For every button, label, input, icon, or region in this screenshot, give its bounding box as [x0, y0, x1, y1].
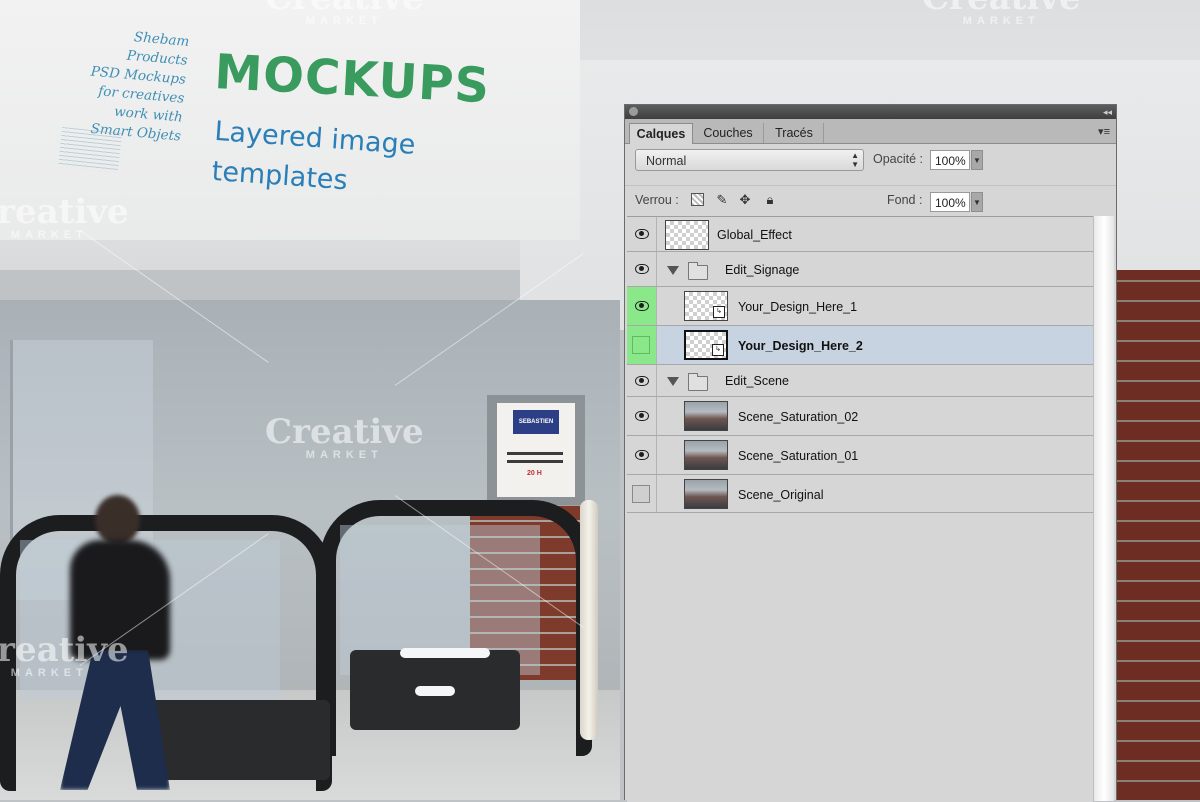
layer-thumbnail	[684, 401, 728, 431]
visibility-toggle[interactable]	[627, 365, 657, 396]
lock-all-icon[interactable]: 🔒︎	[763, 193, 777, 207]
opacity-label: Opacité :	[873, 152, 924, 166]
visibility-toggle[interactable]	[627, 326, 657, 364]
visibility-toggle[interactable]	[627, 252, 657, 286]
bollard-post	[580, 500, 598, 740]
sign-subtitle: Layered image templates	[210, 112, 417, 206]
visibility-toggle[interactable]	[627, 436, 657, 474]
tab-couches[interactable]: Couches	[693, 123, 764, 143]
fill-input[interactable]: 100%	[930, 192, 970, 212]
blend-mode-value: Normal	[646, 154, 687, 168]
layers-list: Global_Effect Edit_Signage ↳ Your_Design…	[627, 216, 1093, 802]
watermark: CreativeMARKET	[265, 0, 424, 27]
layer-row-your-design-1[interactable]: ↳ Your_Design_Here_1	[627, 287, 1093, 326]
expand-triangle-icon[interactable]	[667, 377, 679, 386]
fill-label: Fond :	[887, 193, 923, 207]
eye-icon	[635, 450, 649, 460]
smart-object-icon: ↳	[712, 344, 724, 356]
layer-thumbnail: ↳	[684, 330, 728, 360]
folder-icon	[688, 262, 708, 280]
layer-name: Global_Effect	[717, 228, 792, 242]
layer-thumbnail: ↳	[684, 291, 728, 321]
layer-name: Scene_Saturation_02	[738, 410, 859, 424]
tab-calques[interactable]: Calques	[629, 123, 693, 144]
sign-credits: Shebam Products PSD Mockups for creative…	[82, 24, 190, 146]
expand-triangle-icon[interactable]	[667, 266, 679, 275]
sign-fine-print	[58, 126, 122, 174]
layer-row-your-design-2[interactable]: ↳ Your_Design_Here_2	[627, 326, 1093, 365]
layer-row-scene-original[interactable]: Scene_Original	[627, 475, 1093, 513]
opacity-input[interactable]: 100%	[930, 150, 970, 170]
layer-thumbnail	[684, 479, 728, 509]
layer-row-global-effect[interactable]: Global_Effect	[627, 217, 1093, 252]
poster-line	[507, 460, 563, 463]
layers-panel: ◂◂ Calques Couches Tracés ▾≡ Normal ▲ ▼ O…	[624, 104, 1117, 802]
layer-name: Edit_Scene	[725, 374, 789, 388]
person-head	[95, 495, 140, 545]
smart-object-icon: ↳	[713, 306, 725, 318]
poster-time: 20 H	[527, 470, 542, 477]
collapse-icon[interactable]: ◂◂	[1103, 105, 1112, 119]
layers-scrollbar[interactable]	[1093, 216, 1114, 801]
lock-label: Verrou :	[635, 193, 679, 207]
eye-icon	[635, 264, 649, 274]
escalator-light	[400, 648, 490, 658]
watermark: CreativeMARKET	[0, 630, 129, 679]
panel-menu-icon[interactable]: ▾≡	[1098, 125, 1110, 138]
watermark: CreativeMARKET	[0, 192, 129, 241]
blend-row: Normal ▲ ▼ Opacité : 100% ▼	[625, 149, 1116, 179]
eye-icon	[635, 411, 649, 421]
layer-group-edit-signage[interactable]: Edit_Signage	[627, 252, 1093, 287]
lock-move-icon[interactable]: ✥	[738, 193, 752, 207]
layer-name: Your_Design_Here_2	[738, 339, 863, 353]
watermark: CreativeMARKET	[265, 412, 424, 461]
eye-icon	[635, 301, 649, 311]
fill-dropdown-icon[interactable]: ▼	[971, 192, 983, 212]
visibility-toggle[interactable]	[627, 217, 657, 251]
opacity-dropdown-icon[interactable]: ▼	[971, 150, 983, 170]
panel-tabs: Calques Couches Tracés ▾≡	[625, 119, 1116, 144]
panel-titlebar[interactable]: ◂◂	[625, 105, 1116, 119]
brick-wall-right	[1115, 270, 1200, 800]
layer-name: Edit_Signage	[725, 263, 800, 277]
layer-group-edit-scene[interactable]: Edit_Scene	[627, 365, 1093, 397]
eye-icon	[635, 376, 649, 386]
layer-name: Scene_Original	[738, 488, 824, 502]
blend-mode-select[interactable]: Normal ▲ ▼	[635, 149, 864, 171]
visibility-off-box	[632, 485, 650, 503]
close-icon[interactable]	[629, 107, 638, 116]
escalator-light	[415, 686, 455, 696]
poster-header: SEBASTIEN	[513, 410, 559, 434]
lock-transparency-icon[interactable]	[691, 193, 704, 206]
layer-thumbnail	[665, 220, 709, 250]
layer-name: Scene_Saturation_01	[738, 449, 859, 463]
watermark: CreativeMARKET	[922, 0, 1081, 27]
visibility-toggle[interactable]	[627, 287, 657, 325]
updown-arrows-icon: ▲ ▼	[851, 151, 859, 169]
layer-thumbnail	[684, 440, 728, 470]
visibility-off-box	[632, 336, 650, 354]
tab-traces[interactable]: Tracés	[765, 123, 824, 143]
layer-row-scene-saturation-01[interactable]: Scene_Saturation_01	[627, 436, 1093, 475]
poster-line	[507, 452, 563, 455]
visibility-toggle[interactable]	[627, 397, 657, 435]
eye-icon	[635, 229, 649, 239]
visibility-toggle[interactable]	[627, 475, 657, 512]
layer-name: Your_Design_Here_1	[738, 300, 858, 314]
lock-paint-brush-icon[interactable]: ✎	[715, 193, 729, 207]
folder-icon	[688, 373, 708, 391]
layer-row-scene-saturation-02[interactable]: Scene_Saturation_02	[627, 397, 1093, 436]
lock-row: Verrou : ✎ ✥ 🔒︎ Fond : 100% ▼	[625, 185, 1116, 216]
